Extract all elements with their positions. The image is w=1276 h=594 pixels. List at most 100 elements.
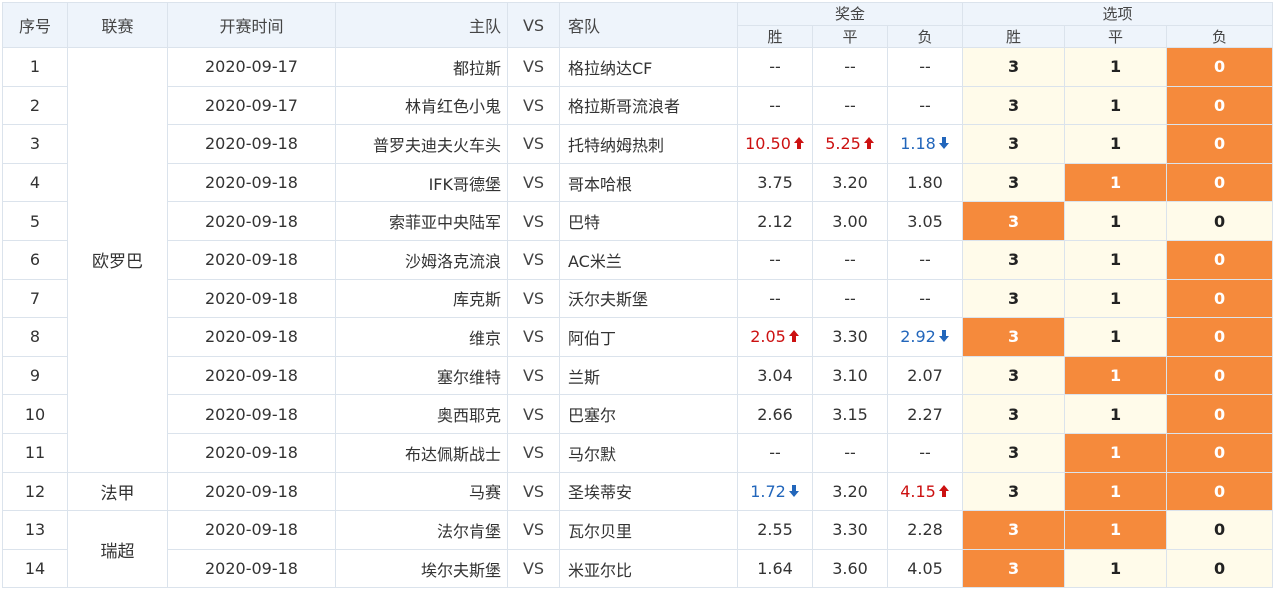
odd-lose: 3.05 [886,201,964,241]
odd-win: -- [737,278,813,319]
odd-value: 3.05 [907,211,943,231]
option-draw[interactable]: 1 [1064,317,1168,357]
odd-win: -- [737,239,813,280]
table-row: 11 2020-09-18 布达佩斯战士 VS 马尔默 -- -- -- 3 1 0 [2,432,1274,473]
option-lose[interactable]: 0 [1166,471,1274,512]
option-lose[interactable]: 0 [1166,317,1274,357]
home-team: 法尔肯堡 [335,510,508,550]
table-row: 3 2020-09-18 普罗夫迪夫火车头 VS 托特纳姆热刺 10.50 5.25 1.18… [2,124,1274,164]
option-win[interactable]: 3 [962,432,1066,473]
league-cell: 欧罗巴 [67,47,168,473]
option-win[interactable]: 3 [962,47,1066,87]
odd-value: -- [844,443,856,463]
odd-value: 1.80 [907,173,943,193]
match-time: 2020-09-18 [167,162,336,203]
home-team: IFK哥德堡 [335,162,508,203]
option-draw[interactable]: 1 [1064,355,1168,396]
option-lose[interactable]: 0 [1166,124,1274,164]
odd-value: 2.12 [757,211,793,231]
match-time: 2020-09-18 [167,471,336,512]
match-table-body: 1 欧罗巴 2020-09-17 都拉斯 VS 格拉纳达CF -- -- -- 3 1 0 2 2020-… [2,47,1274,589]
home-team: 沙姆洛克流浪 [335,239,508,280]
away-team: 格拉斯哥流浪者 [559,85,738,126]
option-win[interactable]: 3 [962,548,1066,589]
option-lose[interactable]: 0 [1166,162,1274,203]
away-team: 哥本哈根 [559,162,738,203]
table-row: 6 2020-09-18 沙姆洛克流浪 VS AC米兰 -- -- -- 3 1 0 [2,239,1274,280]
option-draw[interactable]: 1 [1064,47,1168,87]
odd-lose: 1.18 [886,124,964,164]
odd-value: -- [769,95,781,115]
away-team: 巴特 [559,201,738,241]
option-win[interactable]: 3 [962,162,1066,203]
odd-value: 1.64 [757,559,793,579]
odd-win: -- [737,85,813,126]
option-lose[interactable]: 0 [1166,47,1274,87]
table-row: 4 2020-09-18 IFK哥德堡 VS 哥本哈根 3.75 3.20 1.80 3 1 0 [2,162,1274,203]
option-draw[interactable]: 1 [1064,548,1168,589]
odd-value: -- [769,250,781,270]
option-win[interactable]: 3 [962,201,1066,241]
option-draw[interactable]: 1 [1064,239,1168,280]
option-win[interactable]: 3 [962,510,1066,550]
row-seq: 10 [2,394,68,434]
arrow-up-icon [938,484,949,497]
option-lose[interactable]: 0 [1166,239,1274,280]
home-team: 库克斯 [335,278,508,319]
odd-value: 3.15 [832,404,868,424]
option-win[interactable]: 3 [962,355,1066,396]
option-draw[interactable]: 1 [1064,432,1168,473]
odd-value: 2.05 [750,327,786,347]
header-prize-lose: 负 [886,24,964,48]
option-lose[interactable]: 0 [1166,201,1274,241]
match-time: 2020-09-18 [167,510,336,550]
away-team: 托特纳姆热刺 [559,124,738,164]
odd-draw: -- [812,47,888,87]
option-lose[interactable]: 0 [1166,355,1274,396]
option-lose[interactable]: 0 [1166,432,1274,473]
option-draw[interactable]: 1 [1064,394,1168,434]
match-time: 2020-09-18 [167,317,336,357]
header-prize: 奖金 [736,2,964,26]
option-win[interactable]: 3 [962,239,1066,280]
option-lose[interactable]: 0 [1166,394,1274,434]
header-options: 选项 [962,2,1274,26]
odd-draw: -- [812,432,888,473]
odd-lose: 1.80 [886,162,964,203]
match-time: 2020-09-17 [167,85,336,126]
odd-value: 3.30 [832,520,868,540]
option-lose[interactable]: 0 [1166,85,1274,126]
odd-value: -- [769,288,781,308]
option-draw[interactable]: 1 [1064,124,1168,164]
match-time: 2020-09-18 [167,355,336,396]
odd-win: -- [737,47,813,87]
option-win[interactable]: 3 [962,394,1066,434]
odd-value: 2.07 [907,366,943,386]
odd-value: 3.75 [757,173,793,193]
option-draw[interactable]: 1 [1064,471,1168,512]
odd-value: 2.27 [907,404,943,424]
option-win[interactable]: 3 [962,471,1066,512]
option-win[interactable]: 3 [962,85,1066,126]
option-win[interactable]: 3 [962,278,1066,319]
option-lose[interactable]: 0 [1166,510,1274,550]
option-draw[interactable]: 1 [1064,85,1168,126]
option-win[interactable]: 3 [962,317,1066,357]
row-seq: 6 [2,239,68,280]
option-lose[interactable]: 0 [1166,548,1274,589]
option-draw[interactable]: 1 [1064,278,1168,319]
row-seq: 4 [2,162,68,203]
option-win[interactable]: 3 [962,124,1066,164]
option-draw[interactable]: 1 [1064,201,1168,241]
header-time: 开赛时间 [167,2,336,48]
odd-value: -- [919,95,931,115]
option-draw[interactable]: 1 [1064,162,1168,203]
option-draw[interactable]: 1 [1064,510,1168,550]
home-team: 奥西耶克 [335,394,508,434]
table-row: 2 2020-09-17 林肯红色小鬼 VS 格拉斯哥流浪者 -- -- -- 3 1 0 [2,85,1274,126]
away-team: 圣埃蒂安 [559,471,738,512]
row-seq: 3 [2,124,68,164]
odd-lose: 2.27 [886,394,964,434]
option-lose[interactable]: 0 [1166,278,1274,319]
match-time: 2020-09-17 [167,47,336,87]
